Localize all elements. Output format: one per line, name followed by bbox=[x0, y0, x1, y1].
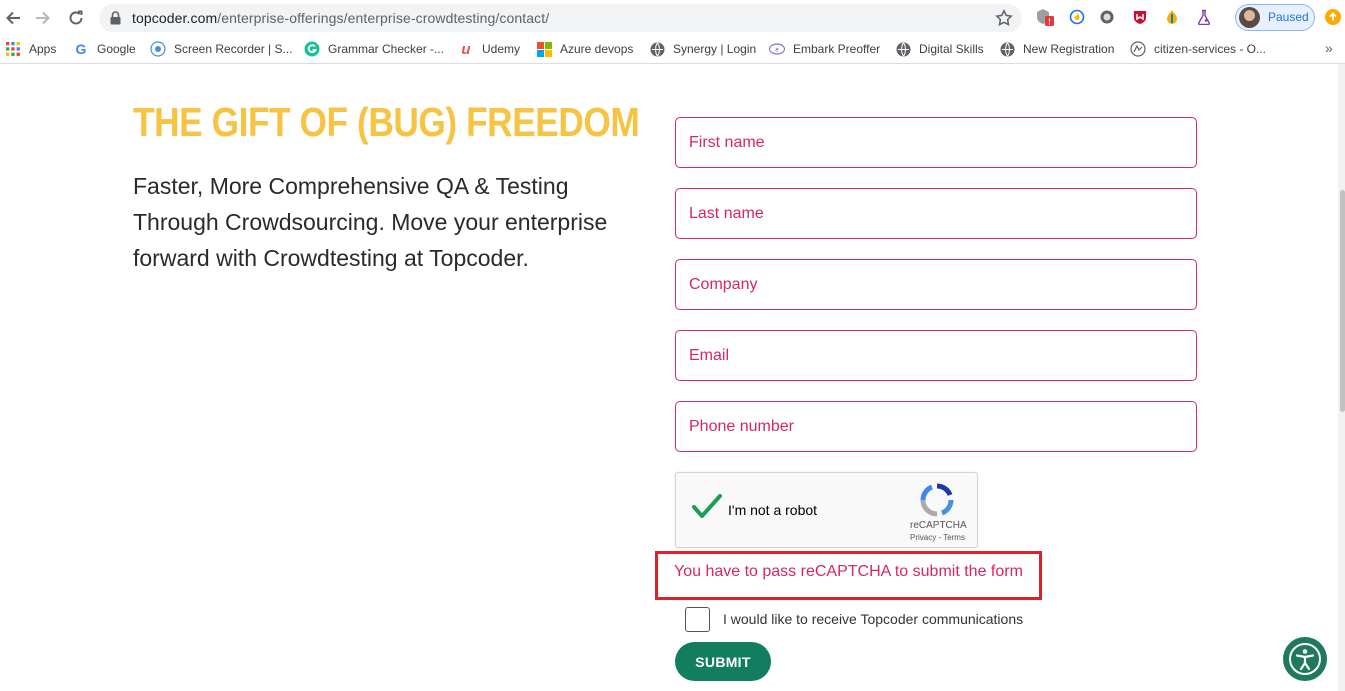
microsoft-icon bbox=[536, 41, 552, 57]
flask-icon[interactable] bbox=[1194, 7, 1214, 27]
embark-icon: e bbox=[769, 41, 785, 57]
bookmark-grammar-checker[interactable]: Grammar Checker -... bbox=[304, 41, 444, 57]
drop-icon[interactable] bbox=[1162, 7, 1182, 27]
bookmark-label: Azure devops bbox=[560, 42, 634, 56]
bookmarks-bar: Apps G Google Screen Recorder | S... Gra… bbox=[0, 35, 1345, 64]
bookmark-label: New Registration bbox=[1023, 42, 1115, 56]
circle-icon[interactable] bbox=[1097, 7, 1117, 27]
back-arrow-icon[interactable] bbox=[1, 6, 25, 30]
opt-in-label[interactable]: I would like to receive Topcoder communi… bbox=[723, 611, 1023, 627]
bookmark-star-icon[interactable] bbox=[995, 9, 1013, 32]
update-arrow-icon[interactable] bbox=[1325, 9, 1341, 25]
recaptcha-label: I'm not a robot bbox=[728, 502, 818, 518]
avatar bbox=[1239, 7, 1260, 28]
profile-label: Paused bbox=[1268, 10, 1309, 24]
recaptcha-error-message: You have to pass reCAPTCHA to submit the… bbox=[674, 563, 1023, 580]
company-field[interactable] bbox=[675, 259, 1197, 310]
last-name-field[interactable] bbox=[675, 188, 1197, 239]
bookmark-screen-recorder[interactable]: Screen Recorder | S... bbox=[150, 41, 293, 57]
bookmark-azure-devops[interactable]: Azure devops bbox=[536, 41, 633, 57]
forward-arrow-icon[interactable] bbox=[31, 6, 55, 30]
page-headline: THE GIFT OF (BUG) FREEDOM bbox=[133, 99, 640, 145]
profile-button[interactable]: Paused bbox=[1235, 4, 1315, 31]
scrollbar-thumb[interactable] bbox=[1340, 190, 1345, 412]
submit-button[interactable]: SUBMIT bbox=[675, 642, 771, 681]
recaptcha-widget: I'm not a robot reCAPTCHA Privacy - Term… bbox=[675, 472, 978, 548]
shield-icon[interactable] bbox=[1130, 7, 1150, 27]
bookmark-label: Google bbox=[97, 42, 136, 56]
svg-text:e: e bbox=[775, 48, 779, 54]
citizen-icon bbox=[1130, 41, 1146, 57]
globe-icon bbox=[895, 41, 911, 57]
bookmark-apps[interactable]: Apps bbox=[5, 41, 56, 57]
globe-icon bbox=[649, 41, 665, 57]
url-text: topcoder.com/enterprise-offerings/enterp… bbox=[132, 10, 550, 26]
intro-paragraph: Faster, More Comprehensive QA & Testing … bbox=[133, 173, 608, 271]
bookmark-label: Synergy | Login bbox=[673, 42, 757, 56]
bookmark-label: Digital Skills bbox=[919, 42, 984, 56]
fire-icon[interactable] bbox=[1067, 7, 1087, 27]
globe-icon bbox=[999, 41, 1015, 57]
email-input[interactable] bbox=[689, 331, 1184, 380]
adblock-badge: ! bbox=[1048, 18, 1051, 27]
accessibility-icon[interactable] bbox=[1283, 637, 1327, 681]
bookmark-digital-skills[interactable]: Digital Skills bbox=[895, 41, 984, 57]
recaptcha-logo-icon bbox=[920, 483, 954, 517]
bookmark-label: Grammar Checker -... bbox=[328, 42, 445, 56]
email-field[interactable] bbox=[675, 330, 1197, 381]
company-input[interactable] bbox=[689, 260, 1184, 309]
browser-toolbar: topcoder.com/enterprise-offerings/enterp… bbox=[0, 0, 1345, 35]
recorder-icon bbox=[150, 41, 166, 57]
opt-in-checkbox[interactable] bbox=[685, 607, 710, 632]
reload-icon[interactable] bbox=[64, 6, 88, 30]
bookmark-citizen-services[interactable]: citizen-services - O... bbox=[1130, 41, 1266, 57]
adblock-icon[interactable]: ! bbox=[1035, 7, 1055, 27]
bookmark-synergy[interactable]: Synergy | Login bbox=[649, 41, 756, 57]
last-name-input[interactable] bbox=[689, 189, 1184, 238]
first-name-input[interactable] bbox=[689, 118, 1184, 167]
bookmark-label: citizen-services - O... bbox=[1154, 42, 1267, 56]
bookmark-label: Apps bbox=[29, 42, 57, 56]
bookmarks-overflow-button[interactable]: » bbox=[1325, 40, 1333, 56]
google-icon: G bbox=[75, 41, 87, 57]
bookmark-udemy[interactable]: u Udemy bbox=[458, 40, 521, 58]
recaptcha-terms-link[interactable]: Privacy - Terms bbox=[910, 533, 965, 542]
bookmark-label: Screen Recorder | S... bbox=[174, 42, 293, 56]
bookmark-embark[interactable]: e Embark Preoffer bbox=[769, 41, 880, 57]
bookmark-google[interactable]: G Google bbox=[73, 41, 136, 57]
phone-input[interactable] bbox=[689, 402, 1184, 451]
phone-field[interactable] bbox=[675, 401, 1197, 452]
bookmark-new-registration[interactable]: New Registration bbox=[999, 41, 1114, 57]
grammarly-icon bbox=[304, 41, 320, 57]
checkmark-icon[interactable] bbox=[692, 493, 722, 523]
bookmark-label: Embark Preoffer bbox=[793, 42, 881, 56]
udemy-icon: u bbox=[461, 40, 471, 58]
lock-icon bbox=[110, 11, 121, 30]
bookmark-label: Udemy bbox=[482, 42, 521, 56]
recaptcha-brand: reCAPTCHA bbox=[910, 520, 967, 531]
first-name-field[interactable] bbox=[675, 117, 1197, 168]
apps-grid-icon bbox=[5, 41, 21, 57]
address-bar[interactable]: topcoder.com/enterprise-offerings/enterp… bbox=[99, 4, 1022, 32]
